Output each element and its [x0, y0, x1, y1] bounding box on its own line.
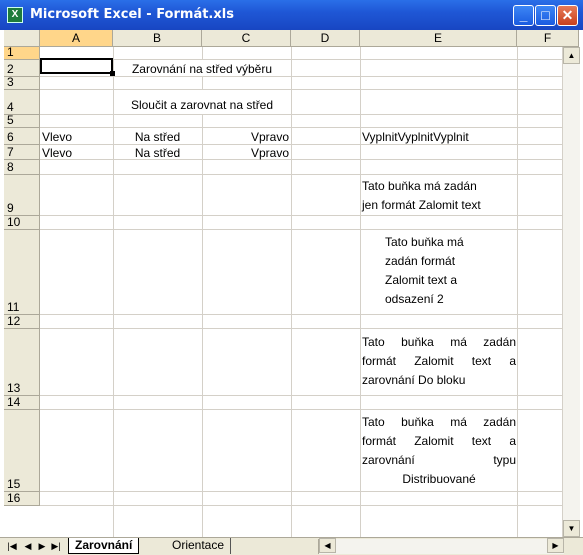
column-header-b[interactable]: B: [113, 30, 202, 47]
row-header-15[interactable]: 15: [4, 410, 40, 492]
cell-b2[interactable]: Zarovnání na střed výběru: [113, 62, 291, 77]
grid-line: [202, 47, 203, 537]
cell-e6[interactable]: VyplnitVyplnitVyplnit: [362, 130, 469, 145]
row-header-8[interactable]: 8: [4, 160, 40, 175]
grid-line: [40, 328, 579, 329]
cell-a6[interactable]: Vlevo: [42, 130, 72, 145]
cell-c7[interactable]: Vpravo: [202, 146, 289, 161]
column-header-c[interactable]: C: [202, 30, 291, 47]
scroll-left-button[interactable]: ◀: [319, 538, 336, 553]
row-header-7[interactable]: 7: [4, 145, 40, 160]
title-bar[interactable]: X Microsoft Excel - Formát.xls _ □ ✕: [0, 0, 583, 30]
first-sheet-icon[interactable]: |◀: [6, 540, 18, 553]
sheet-tab-zarovnani[interactable]: Zarovnání: [68, 538, 140, 554]
row-header-9[interactable]: 9: [4, 175, 40, 216]
row-header-5[interactable]: 5: [4, 113, 40, 128]
cell-e11-line: zadán formát: [385, 254, 456, 268]
worksheet-grid[interactable]: A B C D E F 1 2 3 4 5 6 7 8 9 10 11 12 1…: [4, 30, 579, 537]
cell-e11-line: odsazení 2: [385, 292, 444, 306]
row-header-1[interactable]: 1: [4, 45, 40, 60]
row-header-13[interactable]: 13: [4, 329, 40, 396]
close-button[interactable]: ✕: [557, 5, 578, 26]
row-header-6[interactable]: 6: [4, 128, 40, 145]
next-sheet-icon[interactable]: ▶: [36, 540, 48, 553]
maximize-button[interactable]: □: [535, 5, 556, 26]
grid-line: [40, 174, 579, 175]
grid-line: [40, 395, 579, 396]
grid-line: [40, 491, 579, 492]
active-cell-a1[interactable]: [40, 58, 115, 76]
cell-e9-line: Tato buňka má zadán: [362, 179, 477, 193]
row-header-16[interactable]: 16: [4, 491, 40, 506]
cell-e11[interactable]: Tato buňka má zadán formát Zalomit text …: [385, 233, 515, 309]
sheet-tab-bar: |◀ ◀ ▶ ▶| Zarovnání Orientace ◀ ▶: [0, 537, 583, 555]
grid-line: [40, 314, 579, 315]
cell-c6[interactable]: Vpravo: [202, 130, 289, 145]
column-header-a[interactable]: A: [40, 30, 113, 47]
grid-line: [40, 127, 579, 128]
cell-b7[interactable]: Na střed: [113, 146, 202, 161]
cell-e13-line: Tato buňka má zadán: [362, 335, 516, 349]
cell-a7[interactable]: Vlevo: [42, 146, 72, 161]
grid-line: [291, 47, 292, 537]
grid-line: [40, 114, 579, 115]
sheet-tab-orientace[interactable]: Orientace: [166, 538, 232, 554]
grid-line: [40, 409, 579, 410]
cell-e9[interactable]: Tato buňka má zadán jen formát Zalomit t…: [362, 177, 516, 215]
minimize-button[interactable]: _: [513, 5, 534, 26]
row-header-14[interactable]: 14: [4, 395, 40, 410]
prev-sheet-icon[interactable]: ◀: [22, 540, 34, 553]
cell-e13-line: formát Zalomit text a: [362, 354, 516, 368]
grid-line: [113, 47, 114, 537]
excel-window: X Microsoft Excel - Formát.xls _ □ ✕ A B…: [0, 0, 583, 555]
cell-e15-line: formát Zalomit text a: [362, 434, 516, 448]
cell-e15[interactable]: Tato buňka má zadán formát Zalomit text …: [362, 413, 516, 489]
grid-line: [40, 215, 579, 216]
cell-e11-line: Zalomit text a: [385, 273, 458, 287]
cell-e13-line: zarovnání Do bloku: [362, 373, 466, 387]
grid-line: [517, 47, 518, 537]
cell-b6[interactable]: Na střed: [113, 130, 202, 145]
grid-line: [40, 505, 579, 506]
cell-e9-line: jen formát Zalomit text: [362, 198, 481, 212]
row-header-10[interactable]: 10: [4, 215, 40, 230]
cell-e13[interactable]: Tato buňka má zadán formát Zalomit text …: [362, 333, 516, 390]
row-header-4[interactable]: 4: [4, 90, 40, 115]
cell-e15-line: Tato buňka má zadán: [362, 415, 516, 429]
scroll-up-button[interactable]: ▲: [563, 47, 580, 64]
cell-b4-merged[interactable]: Sloučit a zarovnat na střed: [113, 98, 291, 113]
column-header-f[interactable]: F: [517, 30, 579, 47]
window-title: Microsoft Excel - Formát.xls: [30, 7, 234, 22]
excel-app-icon[interactable]: X: [7, 7, 23, 23]
scroll-right-button[interactable]: ▶: [547, 538, 564, 553]
row-header-3[interactable]: 3: [4, 75, 40, 90]
row-header-12[interactable]: 12: [4, 314, 40, 329]
grid-line: [40, 229, 579, 230]
cell-e15-line: Distribuované: [402, 472, 476, 486]
row-header-11[interactable]: 11: [4, 230, 40, 315]
grid-line: [360, 47, 361, 537]
horizontal-scrollbar[interactable]: ◀ ▶: [318, 538, 564, 554]
vertical-scrollbar[interactable]: ▲ ▼: [562, 47, 580, 537]
last-sheet-icon[interactable]: ▶|: [50, 540, 62, 553]
cell-e15-line: zarovnání typu: [362, 453, 516, 467]
column-header-d[interactable]: D: [291, 30, 360, 47]
scroll-down-button[interactable]: ▼: [563, 520, 580, 537]
cell-e11-line: Tato buňka má: [385, 235, 464, 249]
column-header-e[interactable]: E: [360, 30, 517, 47]
